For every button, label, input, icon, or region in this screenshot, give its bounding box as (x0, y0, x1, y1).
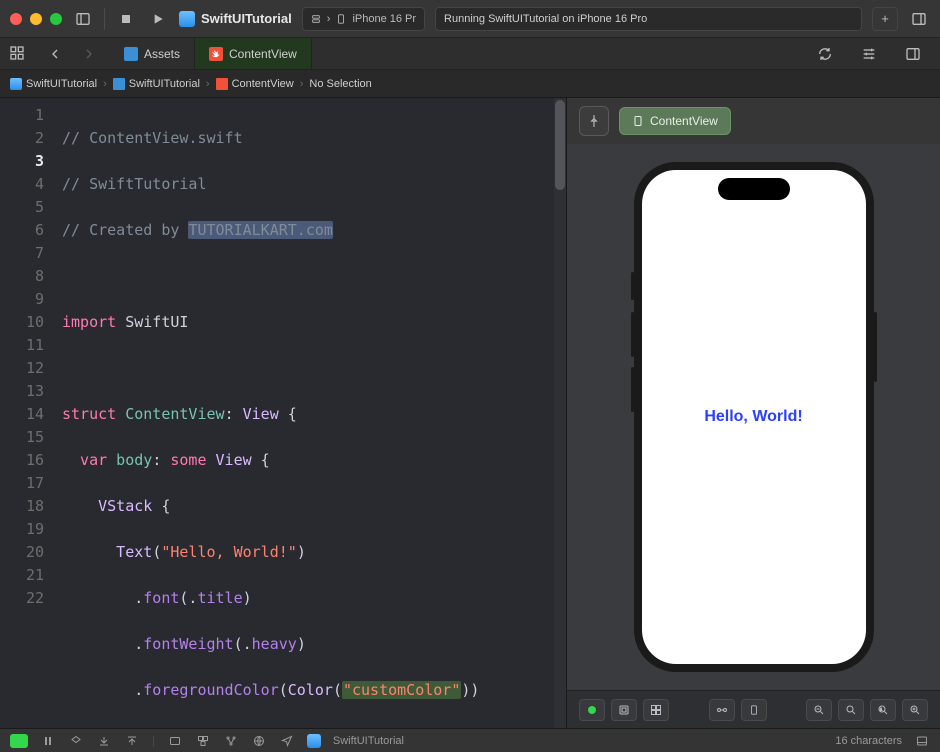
stop-button-icon[interactable] (115, 8, 137, 30)
scheme-selector[interactable]: SwiftUITutorial (179, 11, 292, 27)
main: 1 2 3 4 5 6 7 8 9 10 11 12 13 14 15 16 1… (0, 98, 940, 728)
zoom-in-button[interactable] (902, 699, 928, 721)
window-controls (10, 13, 62, 25)
pause-icon[interactable] (40, 733, 56, 749)
breadcrumb-segment[interactable]: SwiftUITutorial (129, 78, 200, 90)
assets-icon (124, 47, 138, 61)
history-nav (38, 38, 106, 69)
run-status-indicator[interactable] (10, 734, 28, 748)
variants-preview-button[interactable] (643, 699, 669, 721)
character-count: 16 characters (835, 735, 902, 747)
code-content[interactable]: // ContentView.swift // SwiftTutorial //… (54, 98, 566, 728)
debug-hierarchy-icon[interactable] (223, 733, 239, 749)
phone-screen: Hello, World! (642, 170, 866, 664)
tab-label: ContentView (229, 47, 297, 61)
preview-header: ContentView (567, 98, 940, 144)
run-destination-selector[interactable]: › iPhone 16 Pr (302, 7, 425, 31)
folder-icon (113, 78, 125, 90)
debug-memory-icon[interactable] (195, 733, 211, 749)
preview-target-pill[interactable]: ContentView (619, 107, 731, 135)
breadcrumb-segment[interactable]: No Selection (309, 78, 371, 90)
swift-file-icon (209, 47, 223, 61)
dynamic-island (718, 178, 790, 200)
debug-icon[interactable] (68, 733, 84, 749)
zoom-out-button[interactable] (806, 699, 832, 721)
breadcrumb-segment[interactable]: ContentView (232, 78, 294, 90)
activity-status[interactable]: Running SwiftUITutorial on iPhone 16 Pro (435, 7, 862, 31)
app-icon (10, 78, 22, 90)
debug-env-icon[interactable] (251, 733, 267, 749)
tabbar: Assets ContentView (0, 38, 940, 70)
zoom-fit-button[interactable] (838, 699, 864, 721)
live-preview-button[interactable] (579, 699, 605, 721)
app-icon (179, 11, 195, 27)
play-indicator-icon (588, 706, 596, 714)
debug-view-icon[interactable] (167, 733, 183, 749)
editor-layout-icon[interactable] (902, 43, 924, 65)
titlebar: SwiftUITutorial › iPhone 16 Pr Running S… (0, 0, 940, 38)
debug-bar: | SwiftUITutorial 16 characters (0, 728, 940, 752)
step-over-icon[interactable] (96, 733, 112, 749)
svg-text:1: 1 (880, 706, 883, 711)
sync-icon[interactable] (814, 43, 836, 65)
breadcrumb-segment[interactable]: SwiftUITutorial (26, 78, 97, 90)
pin-icon (587, 114, 601, 128)
app-icon (307, 734, 321, 748)
container-icon (632, 115, 644, 127)
selectable-preview-button[interactable] (611, 699, 637, 721)
tab-label: Assets (144, 47, 180, 61)
separator (104, 8, 105, 30)
device-name: iPhone 16 Pr (352, 13, 416, 25)
editor-scrollbar[interactable] (554, 98, 566, 728)
close-window-button[interactable] (10, 13, 22, 25)
zoom-actual-button[interactable]: 1 (870, 699, 896, 721)
add-button[interactable]: + (872, 7, 898, 31)
preview-device-button[interactable] (741, 699, 767, 721)
debug-location-icon[interactable] (279, 733, 295, 749)
device-list-icon (311, 14, 321, 24)
preview-pane: ContentView Hello, World! (566, 98, 940, 728)
right-sidebar-toggle-icon[interactable] (908, 8, 930, 30)
nav-forward-icon[interactable] (78, 43, 100, 65)
left-sidebar-toggle-icon[interactable] (72, 8, 94, 30)
related-items-icon[interactable] (6, 42, 28, 64)
toggle-bottom-panel-icon[interactable] (914, 733, 930, 749)
run-button-icon[interactable] (147, 8, 169, 30)
phone-frame: Hello, World! (634, 162, 874, 672)
tab-assets[interactable]: Assets (110, 38, 195, 69)
pin-preview-button[interactable] (579, 106, 609, 136)
minimize-window-button[interactable] (30, 13, 42, 25)
preview-toolbar: 1 (567, 690, 940, 728)
preview-text: Hello, World! (704, 408, 802, 426)
code-editor[interactable]: 1 2 3 4 5 6 7 8 9 10 11 12 13 14 15 16 1… (0, 98, 566, 728)
preview-canvas[interactable]: Hello, World! (567, 144, 940, 690)
adjust-editor-options-icon[interactable] (858, 43, 880, 65)
preview-target-label: ContentView (650, 114, 718, 128)
project-name: SwiftUITutorial (201, 11, 292, 26)
device-settings-button[interactable] (709, 699, 735, 721)
swift-file-icon (216, 78, 228, 90)
debug-project-name[interactable]: SwiftUITutorial (333, 735, 404, 747)
status-text: Running SwiftUITutorial on iPhone 16 Pro (444, 13, 647, 25)
fullscreen-window-button[interactable] (50, 13, 62, 25)
breadcrumb: SwiftUITutorial › SwiftUITutorial › Cont… (0, 70, 940, 98)
step-into-icon[interactable] (124, 733, 140, 749)
scrollbar-thumb[interactable] (555, 100, 565, 190)
line-gutter: 1 2 3 4 5 6 7 8 9 10 11 12 13 14 15 16 1… (0, 98, 54, 728)
tab-contentview[interactable]: ContentView (195, 38, 312, 69)
nav-back-icon[interactable] (44, 43, 66, 65)
phone-power-button (874, 312, 877, 382)
iphone-icon (336, 12, 346, 26)
